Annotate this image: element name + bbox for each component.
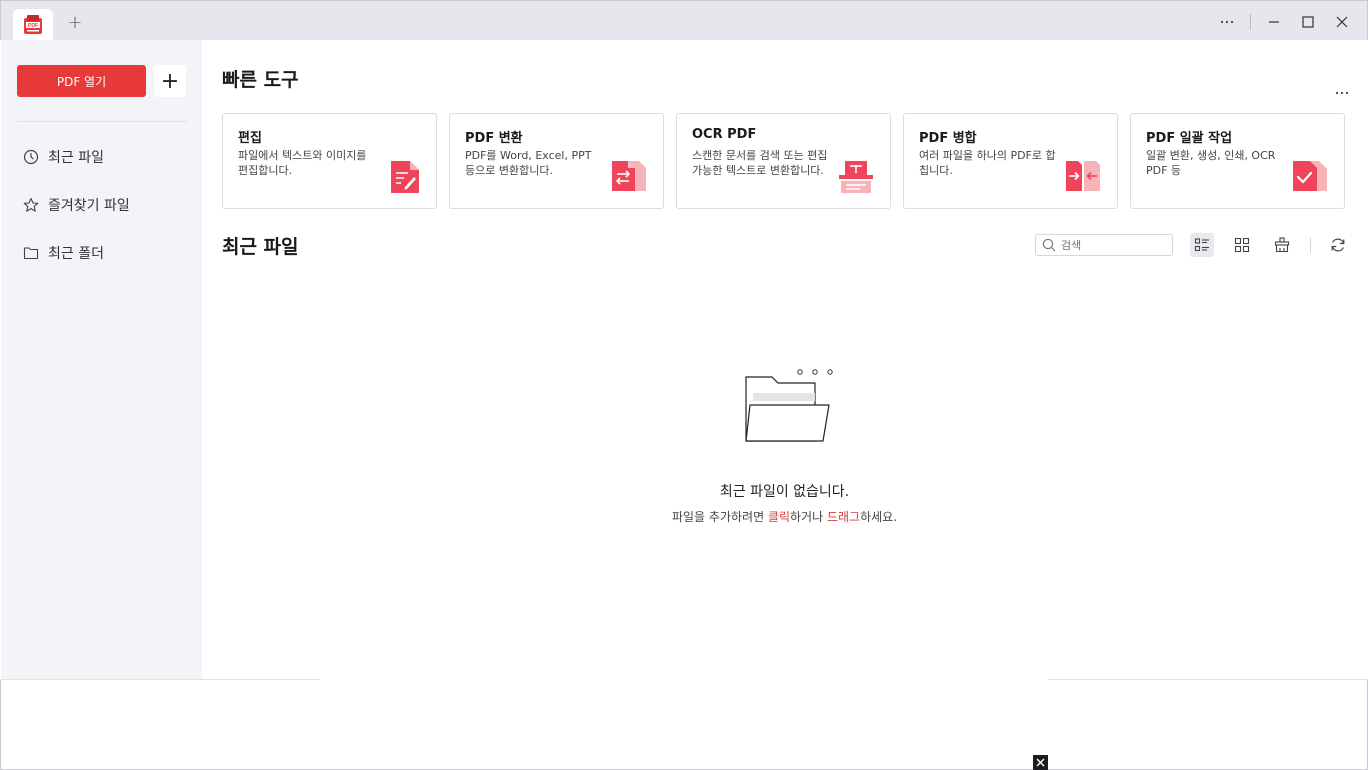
new-tab-button[interactable]: + <box>65 13 85 33</box>
sidebar-item-recent-folders[interactable]: 최근 폴더 <box>23 241 104 265</box>
bottom-divider-gap <box>320 678 1048 681</box>
tool-card-desc: 여러 파일을 하나의 PDF로 합칩니다. <box>919 149 1056 177</box>
maximize-button[interactable] <box>1291 9 1325 35</box>
tool-card-desc: PDF를 Word, Excel, PPT 등으로 변환합니다. <box>465 149 592 177</box>
search-box[interactable] <box>1035 234 1173 256</box>
more-horizontal-icon <box>1220 20 1234 24</box>
drag-to-add-link[interactable]: 드래그 <box>827 510 860 524</box>
search-icon <box>1042 238 1056 252</box>
pdf-app-logo-icon: PDF <box>24 15 42 34</box>
convert-doc-icon <box>612 161 646 191</box>
click-to-add-link[interactable]: 클릭 <box>768 510 790 524</box>
tool-card-convert[interactable]: PDF 변환 PDF를 Word, Excel, PPT 등으로 변환합니다. <box>449 113 664 209</box>
sidebar-divider <box>17 121 187 122</box>
sidebar-item-favorites[interactable]: 즐겨찾기 파일 <box>23 193 130 217</box>
clear-recent-button[interactable] <box>1270 233 1294 257</box>
title-bar: PDF + <box>0 0 1368 41</box>
svg-text:PDF: PDF <box>28 23 38 29</box>
grid-view-icon <box>1234 237 1250 253</box>
empty-sub-suffix: 하세요. <box>860 510 898 524</box>
empty-folder-illustration <box>745 369 833 442</box>
list-view-button[interactable] <box>1190 233 1214 257</box>
empty-state-title: 최근 파일이 없습니다. <box>719 484 850 500</box>
batch-doc-icon <box>1293 161 1327 191</box>
minimize-button[interactable] <box>1257 9 1291 35</box>
tool-card-batch[interactable]: PDF 일괄 작업 일괄 변환, 생성, 인쇄, OCR PDF 등 <box>1130 113 1345 209</box>
sidebar: PDF 열기 + 최근 파일 즐겨찾기 파일 최근 폴더 <box>1 40 202 679</box>
tool-card-title: PDF 변환 <box>465 131 523 146</box>
add-button[interactable]: + <box>154 65 186 97</box>
edit-doc-icon <box>391 161 419 193</box>
tool-card-ocr[interactable]: OCR PDF 스캔한 문서를 검색 또는 편집 가능한 텍스트로 변환합니다. <box>676 113 891 209</box>
recent-files-title: 최근 파일 <box>222 236 299 258</box>
window-controls-separator <box>1250 14 1251 30</box>
folder-icon <box>23 247 39 260</box>
quick-tools-cards: 편집 파일에서 텍스트와 이미지를 편집합니다. PDF 변환 PDF를 Wor… <box>222 113 1345 209</box>
tool-card-title: PDF 병합 <box>919 131 977 146</box>
sidebar-item-label: 최근 폴더 <box>48 246 104 262</box>
tool-card-desc: 스캔한 문서를 검색 또는 편집 가능한 텍스트로 변환합니다. <box>692 149 828 177</box>
clock-icon <box>23 149 39 165</box>
tool-card-desc: 파일에서 텍스트와 이미지를 편집합니다. <box>238 149 367 177</box>
merge-doc-icon <box>1066 161 1100 191</box>
main-content: 빠른 도구 편집 파일에서 텍스트와 이미지를 편집합니다. PDF 변환 PD… <box>202 40 1367 679</box>
app-home-tab[interactable]: PDF <box>13 9 53 41</box>
sidebar-item-label: 최근 파일 <box>48 150 104 166</box>
tool-card-title: OCR PDF <box>692 127 757 142</box>
close-window-button[interactable] <box>1325 9 1359 35</box>
tool-card-desc: 일괄 변환, 생성, 인쇄, OCR PDF 등 <box>1146 149 1276 177</box>
window-controls <box>1210 9 1359 35</box>
quick-tools-more-button[interactable] <box>1335 80 1349 99</box>
refresh-icon <box>1331 238 1345 252</box>
refresh-button[interactable] <box>1326 233 1350 257</box>
toolbar-separator <box>1310 237 1311 253</box>
window-more-button[interactable] <box>1210 9 1244 35</box>
list-view-icon <box>1194 238 1209 252</box>
sidebar-item-recent-files[interactable]: 최근 파일 <box>23 145 104 169</box>
open-pdf-button[interactable]: PDF 열기 <box>17 65 146 97</box>
close-icon <box>1336 16 1348 28</box>
sidebar-item-label: 즐겨찾기 파일 <box>48 198 130 214</box>
ocr-scanner-icon <box>839 161 873 193</box>
close-icon <box>1036 758 1045 767</box>
tool-card-edit[interactable]: 편집 파일에서 텍스트와 이미지를 편집합니다. <box>222 113 437 209</box>
empty-state-subtitle: 파일을 추가하려면 클릭하거나 드래그하세요. <box>132 508 1368 525</box>
minimize-icon <box>1269 21 1279 23</box>
empty-sub-mid: 하거나 <box>790 510 827 524</box>
maximize-icon <box>1302 16 1314 28</box>
tool-card-title: PDF 일괄 작업 <box>1146 131 1233 146</box>
tool-card-title: 편집 <box>238 131 262 146</box>
more-horizontal-icon <box>1335 91 1349 95</box>
star-icon <box>23 197 39 212</box>
bottom-banner-area <box>0 680 1368 770</box>
search-input[interactable] <box>1061 238 1161 252</box>
grid-view-button[interactable] <box>1230 233 1254 257</box>
quick-tools-title: 빠른 도구 <box>222 69 299 91</box>
tool-card-merge[interactable]: PDF 병합 여러 파일을 하나의 PDF로 합칩니다. <box>903 113 1118 209</box>
close-banner-button[interactable] <box>1033 755 1048 770</box>
empty-sub-prefix: 파일을 추가하려면 <box>671 510 768 524</box>
broom-clean-icon <box>1274 237 1290 253</box>
